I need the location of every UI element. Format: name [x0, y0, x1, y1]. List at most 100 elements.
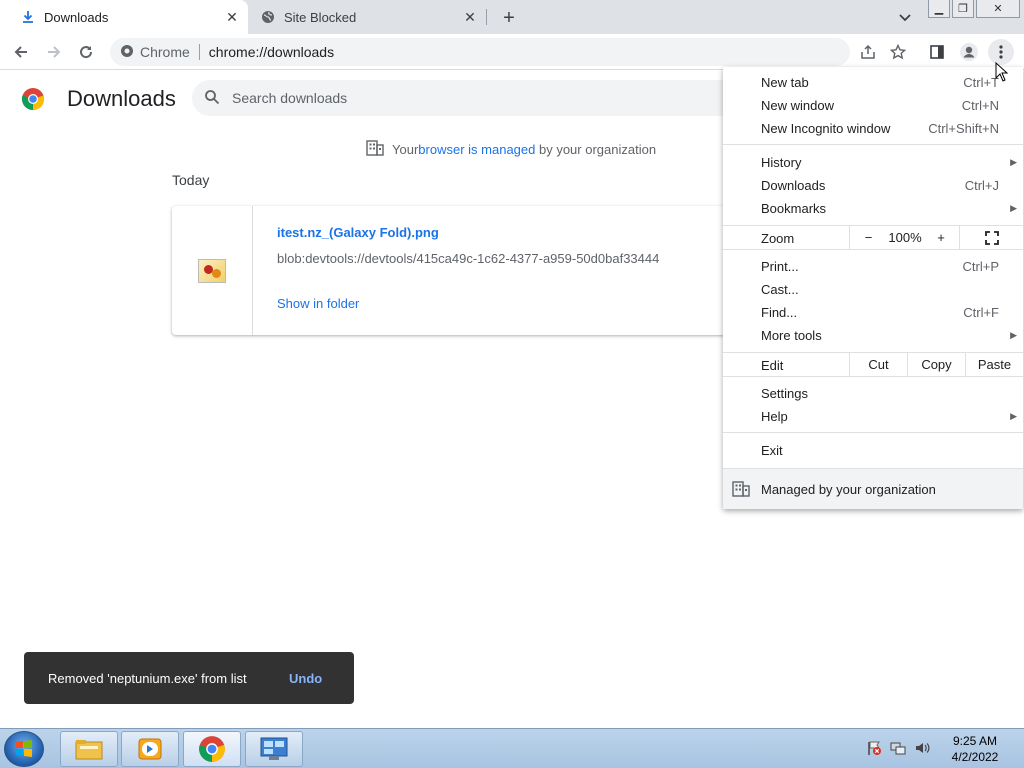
search-input[interactable] — [232, 90, 632, 106]
window-close-button[interactable]: ✕ — [976, 0, 1020, 18]
tab-site-blocked[interactable]: Site Blocked ✕ — [248, 0, 486, 34]
menu-item-print[interactable]: Print... Ctrl+P — [723, 255, 1023, 278]
menu-item-settings[interactable]: Settings — [723, 382, 1023, 405]
zoom-in-button[interactable]: + — [923, 226, 959, 249]
menu-item-cast[interactable]: Cast... — [723, 278, 1023, 301]
close-icon[interactable]: ✕ — [222, 7, 242, 27]
browser-link[interactable]: browser — [418, 142, 464, 157]
submenu-arrow-icon: ▶ — [1010, 203, 1017, 213]
menu-separator — [723, 144, 1023, 145]
reload-button[interactable] — [73, 39, 99, 65]
tab-downloads[interactable]: Downloads ✕ — [0, 0, 248, 34]
chrome-logo-icon — [21, 88, 45, 111]
action-center-flag-icon[interactable] — [866, 740, 882, 759]
menu-shortcut: Ctrl+N — [961, 98, 999, 113]
menu-label: Cast... — [761, 282, 799, 297]
date-section-heading: Today — [172, 172, 210, 188]
menu-shortcut: Ctrl+T — [963, 75, 999, 90]
menu-label: Help — [761, 409, 788, 424]
omnibox-separator — [198, 44, 200, 60]
minimize-button[interactable]: ▁ — [928, 0, 950, 18]
tab-separator — [486, 9, 487, 25]
media-player-taskbar-button[interactable] — [121, 731, 179, 767]
undo-button[interactable]: Undo — [289, 671, 322, 686]
menu-label: More tools — [761, 328, 822, 343]
paste-button[interactable]: Paste — [965, 353, 1023, 376]
menu-item-bookmarks[interactable]: Bookmarks ▶ — [723, 197, 1023, 220]
folder-icon — [75, 740, 103, 760]
menu-shortcut: Ctrl+P — [962, 259, 999, 274]
menu-label: Print... — [761, 259, 799, 274]
network-icon[interactable] — [890, 740, 906, 759]
image-file-icon — [198, 258, 226, 283]
control-panel-taskbar-button[interactable] — [245, 731, 303, 767]
download-file-name[interactable]: itest.nz_(Galaxy Fold).png — [277, 225, 439, 240]
show-in-folder-link[interactable]: Show in folder — [277, 296, 359, 311]
restore-button[interactable]: ❐ — [952, 0, 974, 18]
menu-item-managed[interactable]: Managed by your organization — [723, 468, 1023, 509]
menu-item-new-window[interactable]: New window Ctrl+N — [723, 94, 1023, 117]
chrome-app-menu: New tab Ctrl+T New window Ctrl+N New Inc… — [723, 67, 1023, 509]
managed-notice: Your browser is managed by your organiza… — [366, 140, 656, 159]
new-tab-button[interactable]: + — [498, 7, 520, 29]
taskbar-clock[interactable]: 9:25 AM 4/2/2022 — [940, 733, 1010, 765]
explorer-taskbar-button[interactable] — [60, 731, 118, 767]
zoom-level: 100% — [888, 230, 922, 245]
system-tray — [866, 729, 930, 768]
forward-button[interactable] — [41, 39, 67, 65]
toast-message: Removed 'neptunium.exe' from list — [48, 670, 247, 686]
menu-item-incognito[interactable]: New Incognito window Ctrl+Shift+N — [723, 117, 1023, 140]
menu-label: Find... — [761, 305, 798, 320]
back-button[interactable] — [8, 39, 34, 65]
start-button[interactable] — [4, 731, 44, 767]
zoom-out-button[interactable]: − — [849, 226, 887, 249]
menu-label: History — [761, 155, 802, 170]
menu-label: Exit — [761, 443, 783, 458]
chrome-site-icon — [120, 44, 134, 61]
download-item: itest.nz_(Galaxy Fold).png blob:devtools… — [172, 206, 772, 335]
chevron-down-icon[interactable] — [894, 8, 916, 28]
managed-text-suffix: by your organization — [535, 142, 657, 157]
address-bar[interactable]: Chrome chrome://downloads — [110, 38, 850, 66]
media-player-icon — [138, 738, 162, 760]
menu-item-new-tab[interactable]: New tab Ctrl+T — [723, 71, 1023, 94]
menu-row-edit: Edit Cut Copy Paste — [723, 352, 1023, 377]
download-source-url: blob:devtools://devtools/415ca49c-1c62-4… — [277, 251, 660, 266]
menu-row-zoom: Zoom − 100% + — [723, 225, 1023, 250]
volume-icon[interactable] — [914, 740, 930, 759]
submenu-arrow-icon: ▶ — [1010, 411, 1017, 421]
profile-icon[interactable] — [956, 39, 982, 65]
menu-item-more-tools[interactable]: More tools ▶ — [723, 324, 1023, 347]
windows-logo-icon — [16, 740, 32, 757]
cut-button[interactable]: Cut — [849, 353, 907, 376]
copy-button[interactable]: Copy — [907, 353, 965, 376]
url-text[interactable]: chrome://downloads — [209, 44, 334, 60]
windows-taskbar: 9:25 AM 4/2/2022 — [0, 728, 1024, 768]
clock-time: 9:25 AM — [952, 734, 998, 748]
chrome-taskbar-button[interactable] — [183, 731, 241, 767]
tab-strip: Downloads ✕ Site Blocked ✕ + ▁ ❐ ✕ — [0, 0, 1024, 34]
tab-title: Downloads — [44, 9, 109, 25]
close-icon[interactable]: ✕ — [460, 7, 480, 27]
share-icon[interactable] — [855, 39, 881, 65]
menu-item-history[interactable]: History ▶ — [723, 151, 1023, 174]
globe-icon — [260, 9, 276, 25]
menu-label: Zoom — [761, 231, 795, 246]
search-downloads[interactable] — [192, 80, 792, 116]
menu-label: Bookmarks — [761, 201, 827, 216]
menu-label: Downloads — [761, 178, 826, 193]
search-icon — [204, 89, 220, 108]
building-icon — [366, 140, 384, 159]
fullscreen-icon[interactable] — [959, 226, 1023, 249]
menu-item-help[interactable]: Help ▶ — [723, 405, 1023, 428]
menu-item-find[interactable]: Find... Ctrl+F — [723, 301, 1023, 324]
menu-shortcut: Ctrl+Shift+N — [928, 121, 999, 136]
side-panel-icon[interactable] — [924, 39, 950, 65]
menu-item-exit[interactable]: Exit — [723, 439, 1023, 462]
menu-label: Edit — [761, 358, 784, 373]
menu-label: New tab — [761, 75, 809, 90]
star-icon[interactable] — [885, 39, 911, 65]
menu-item-downloads[interactable]: Downloads Ctrl+J — [723, 174, 1023, 197]
managed-text-mid[interactable]: is — [465, 142, 482, 157]
managed-link[interactable]: managed — [481, 142, 535, 157]
